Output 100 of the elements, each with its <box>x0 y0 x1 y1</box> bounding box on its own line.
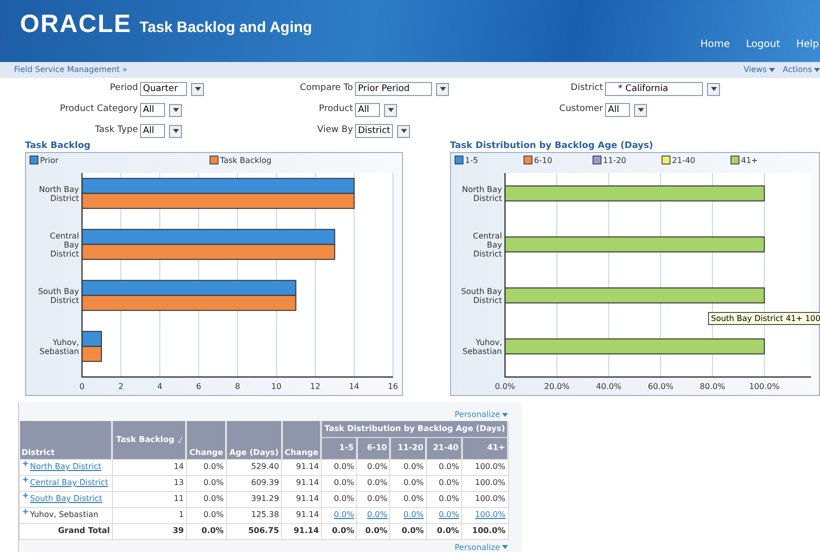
nav-link[interactable]: Logout <box>746 37 780 52</box>
drill-icon[interactable] <box>22 476 29 483</box>
table-cell: 0.0% <box>321 491 357 507</box>
table-cell: 100.0% <box>462 523 508 539</box>
drill-icon[interactable] <box>22 460 29 467</box>
legend-label: 41+ <box>741 156 758 165</box>
column-header[interactable]: 6-10 <box>356 437 390 459</box>
table-link[interactable]: 0.0% <box>426 507 462 523</box>
table-cell: 609.39 <box>226 475 282 491</box>
field-label: Task Type <box>94 124 139 138</box>
table-cell: 91.14 <box>282 523 322 539</box>
table-cell: 0.0% <box>186 507 226 523</box>
table-cell: 0.0% <box>186 459 226 475</box>
column-header[interactable]: Task Backlog <box>112 421 186 459</box>
caret-icon <box>638 108 644 112</box>
legend-item: 11-20 <box>592 156 626 165</box>
sort-icon <box>177 436 184 444</box>
table-cell: Yuhov, Sebastian <box>30 510 98 519</box>
column-header[interactable]: District <box>20 421 112 459</box>
legend-label: 1-5 <box>465 156 478 165</box>
table-cell: 0.0% <box>426 523 462 539</box>
table-cell: 0.0% <box>321 475 357 491</box>
tick-label: 10 <box>271 382 282 391</box>
table-cell: 11 <box>112 491 186 507</box>
nav-link[interactable]: Home <box>700 37 730 52</box>
table-cell: 0.0% <box>390 459 426 475</box>
tick-label: 2 <box>118 382 124 391</box>
tick-label: 100.0% <box>749 382 780 391</box>
table-cell: 100.0% <box>462 459 508 475</box>
legend-item: Prior <box>30 156 58 165</box>
tick-label: 16 <box>388 382 398 391</box>
caret-icon <box>710 87 716 91</box>
column-header[interactable]: 41+ <box>462 437 508 459</box>
menu-button[interactable]: Actions <box>782 64 820 76</box>
column-header[interactable]: Change <box>186 421 226 459</box>
drill-icon[interactable] <box>22 492 29 499</box>
caret-icon <box>440 87 446 91</box>
table-cell: 506.75 <box>226 523 282 539</box>
tick-label: 0.0% <box>494 382 516 391</box>
field-label: Customer <box>558 103 604 116</box>
category-label: North Bay District <box>462 184 502 203</box>
caret-icon <box>172 129 178 133</box>
chart-title: Task Backlog <box>25 140 92 152</box>
table-cell: 91.14 <box>282 459 322 475</box>
table-cell: 0.0% <box>356 459 390 475</box>
tick-label: 12 <box>310 382 320 391</box>
table-cell: 0.0% <box>390 491 426 507</box>
legend-item: 41+ <box>730 156 758 165</box>
nav-link[interactable]: Help <box>796 37 819 52</box>
table-cell: 1 <box>112 507 186 523</box>
table-cell: 100.0% <box>462 475 508 491</box>
table-cell: 91.14 <box>282 491 322 507</box>
column-header[interactable]: Change <box>282 421 322 459</box>
field-label: View By <box>316 124 354 138</box>
table-cell: 0.0% <box>426 491 462 507</box>
column-header[interactable]: Age (Days) <box>226 421 282 459</box>
category-label: Yuhov, Sebastian <box>40 338 79 356</box>
breadcrumb-link[interactable]: Field Service Management » <box>14 64 128 76</box>
table-link[interactable]: 0.0% <box>356 507 390 523</box>
table-cell: 0.0% <box>356 475 390 491</box>
personalize-link[interactable]: Personalize <box>454 540 508 554</box>
tick-label: 80.0% <box>700 382 726 391</box>
legend-label: Prior <box>40 156 60 165</box>
caret-icon <box>400 129 407 133</box>
table-cell: 91.14 <box>282 475 322 491</box>
caret-icon <box>172 108 178 112</box>
table-cell: 91.14 <box>282 507 322 523</box>
table-link[interactable]: 100.0% <box>462 507 508 523</box>
table-cell: 0.0% <box>186 475 226 491</box>
column-header[interactable]: 1-5 <box>321 437 357 459</box>
table-cell: 0.0% <box>426 475 462 491</box>
column-group-header: Task Distribution by Backlog Age (Days) <box>321 421 508 437</box>
bar <box>82 346 102 362</box>
column-header[interactable]: 11-20 <box>390 437 426 459</box>
legend-item: 1-5 <box>454 156 478 165</box>
legend-label: 6-10 <box>534 156 552 165</box>
bar <box>82 330 102 347</box>
menu-button[interactable]: Views <box>744 64 775 76</box>
category-label: Yuhov, Sebastian <box>462 338 502 356</box>
category-label: South Bay District <box>461 286 502 305</box>
caret-icon <box>502 412 508 416</box>
column-header[interactable]: 21-40 <box>426 437 462 459</box>
table-link[interactable]: 0.0% <box>390 507 426 523</box>
category-label: Central Bay District <box>472 231 502 258</box>
tick-label: 6 <box>196 382 202 391</box>
tick-label: 4 <box>157 382 162 391</box>
page-title: Task Backlog and Aging <box>140 20 312 35</box>
tick-label: 8 <box>234 382 240 391</box>
legend-label: 21-40 <box>672 156 696 165</box>
caret-icon <box>768 68 775 72</box>
table-link[interactable]: 0.0% <box>321 507 357 523</box>
caret-icon <box>194 87 200 91</box>
personalize-link[interactable]: Personalize <box>454 408 508 421</box>
table-cell: 0.0% <box>390 523 426 539</box>
table-cell: 13 <box>112 475 186 491</box>
drill-icon[interactable] <box>22 508 29 515</box>
table-cell: 125.38 <box>226 507 282 523</box>
tick-label: 14 <box>349 382 360 391</box>
table-cell: 39 <box>112 523 186 539</box>
table-cell: 391.29 <box>226 491 282 507</box>
